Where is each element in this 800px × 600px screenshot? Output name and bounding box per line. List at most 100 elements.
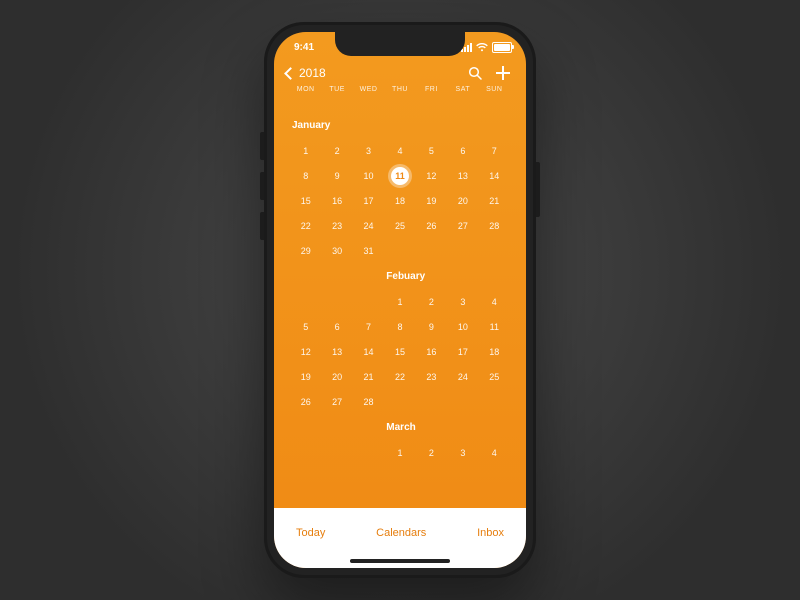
weekday-label: SAT — [447, 86, 478, 93]
day-cell[interactable]: 17 — [353, 188, 384, 213]
day-cell[interactable]: 20 — [447, 188, 478, 213]
tab-today[interactable]: Today — [296, 527, 325, 539]
day-cell[interactable]: 4 — [479, 289, 510, 314]
calendar-scroll[interactable]: January123456789101112131415161718192021… — [274, 112, 526, 518]
weekday-label: THU — [384, 86, 415, 93]
day-cell[interactable]: 25 — [479, 364, 510, 389]
day-cell[interactable]: 18 — [479, 339, 510, 364]
month-grid: 1234567891011121314151617181920212223242… — [290, 138, 510, 263]
month-title: January — [292, 120, 510, 134]
day-cell[interactable]: 1 — [290, 138, 321, 163]
tab-calendars[interactable]: Calendars — [376, 527, 426, 539]
day-cell[interactable]: 14 — [479, 163, 510, 188]
day-cell[interactable]: 16 — [321, 188, 352, 213]
day-cell[interactable]: 7 — [353, 314, 384, 339]
day-cell[interactable]: 5 — [290, 314, 321, 339]
phone-frame: 9:41 2018 — [264, 22, 536, 578]
day-cell[interactable]: 8 — [384, 314, 415, 339]
wifi-icon — [476, 43, 488, 52]
screen: 9:41 2018 — [274, 32, 526, 568]
day-cell[interactable]: 4 — [384, 138, 415, 163]
day-cell[interactable]: 12 — [290, 339, 321, 364]
tab-bar: Today Calendars Inbox — [274, 508, 526, 568]
day-cell[interactable]: 10 — [353, 163, 384, 188]
day-cell[interactable]: 21 — [353, 364, 384, 389]
month-block: January123456789101112131415161718192021… — [290, 120, 510, 263]
nav-header: 2018 — [274, 64, 526, 86]
add-icon[interactable] — [496, 66, 510, 80]
day-cell[interactable]: 22 — [290, 213, 321, 238]
day-cell[interactable]: 16 — [416, 339, 447, 364]
day-cell[interactable]: 27 — [447, 213, 478, 238]
today-marker: 11 — [391, 167, 409, 185]
search-icon[interactable] — [468, 66, 482, 80]
month-grid: 1234567891011121314151617181920212223242… — [290, 289, 510, 414]
chevron-left-icon — [284, 67, 297, 80]
weekday-label: FRI — [416, 86, 447, 93]
battery-icon — [492, 42, 512, 53]
year-label: 2018 — [299, 66, 326, 80]
day-cell[interactable]: 3 — [447, 289, 478, 314]
day-cell[interactable]: 24 — [447, 364, 478, 389]
day-cell[interactable]: 23 — [321, 213, 352, 238]
month-title: Febuary — [386, 271, 510, 285]
day-cell[interactable]: 11 — [479, 314, 510, 339]
weekday-label: TUE — [321, 86, 352, 93]
status-time: 9:41 — [294, 42, 314, 53]
day-cell[interactable]: 21 — [479, 188, 510, 213]
day-cell[interactable]: 25 — [384, 213, 415, 238]
day-cell[interactable]: 19 — [290, 364, 321, 389]
home-indicator[interactable] — [350, 559, 450, 563]
day-cell[interactable]: 24 — [353, 213, 384, 238]
day-cell[interactable]: 13 — [447, 163, 478, 188]
day-cell[interactable]: 19 — [416, 188, 447, 213]
weekday-label: SUN — [479, 86, 510, 93]
month-title: March — [386, 422, 510, 436]
day-cell[interactable]: 15 — [384, 339, 415, 364]
weekday-label: MON — [290, 86, 321, 93]
month-block: March 1234 — [290, 422, 510, 465]
day-cell[interactable]: 1 — [384, 289, 415, 314]
status-right — [461, 42, 512, 53]
day-cell[interactable]: 10 — [447, 314, 478, 339]
day-cell[interactable]: 30 — [321, 238, 352, 263]
day-cell[interactable]: 18 — [384, 188, 415, 213]
day-cell[interactable]: 6 — [321, 314, 352, 339]
day-cell[interactable]: 15 — [290, 188, 321, 213]
month-block: Febuary123456789101112131415161718192021… — [290, 271, 510, 414]
month-grid: 1234 — [290, 440, 510, 465]
day-cell[interactable]: 22 — [384, 364, 415, 389]
day-cell[interactable]: 28 — [479, 213, 510, 238]
day-cell[interactable]: 4 — [479, 440, 510, 465]
day-cell[interactable]: 17 — [447, 339, 478, 364]
day-cell[interactable]: 8 — [290, 163, 321, 188]
day-cell[interactable]: 26 — [290, 389, 321, 414]
day-cell[interactable]: 31 — [353, 238, 384, 263]
day-cell[interactable]: 23 — [416, 364, 447, 389]
notch — [335, 32, 465, 56]
day-cell[interactable]: 6 — [447, 138, 478, 163]
day-cell[interactable]: 3 — [447, 440, 478, 465]
day-cell[interactable]: 9 — [321, 163, 352, 188]
day-cell[interactable]: 2 — [321, 138, 352, 163]
day-cell[interactable]: 1 — [384, 440, 415, 465]
day-cell[interactable]: 5 — [416, 138, 447, 163]
tab-inbox[interactable]: Inbox — [477, 527, 504, 539]
day-cell[interactable]: 11 — [384, 163, 415, 188]
day-cell[interactable]: 26 — [416, 213, 447, 238]
day-cell[interactable]: 9 — [416, 314, 447, 339]
day-cell[interactable]: 29 — [290, 238, 321, 263]
day-cell[interactable]: 3 — [353, 138, 384, 163]
day-cell[interactable]: 14 — [353, 339, 384, 364]
day-cell[interactable]: 20 — [321, 364, 352, 389]
weekday-label: WED — [353, 86, 384, 93]
day-cell[interactable]: 2 — [416, 440, 447, 465]
day-cell[interactable]: 28 — [353, 389, 384, 414]
day-cell[interactable]: 13 — [321, 339, 352, 364]
day-cell[interactable]: 7 — [479, 138, 510, 163]
weekday-header: MONTUEWEDTHUFRISATSUN — [274, 86, 526, 93]
day-cell[interactable]: 27 — [321, 389, 352, 414]
day-cell[interactable]: 12 — [416, 163, 447, 188]
day-cell[interactable]: 2 — [416, 289, 447, 314]
back-button[interactable]: 2018 — [286, 66, 326, 80]
